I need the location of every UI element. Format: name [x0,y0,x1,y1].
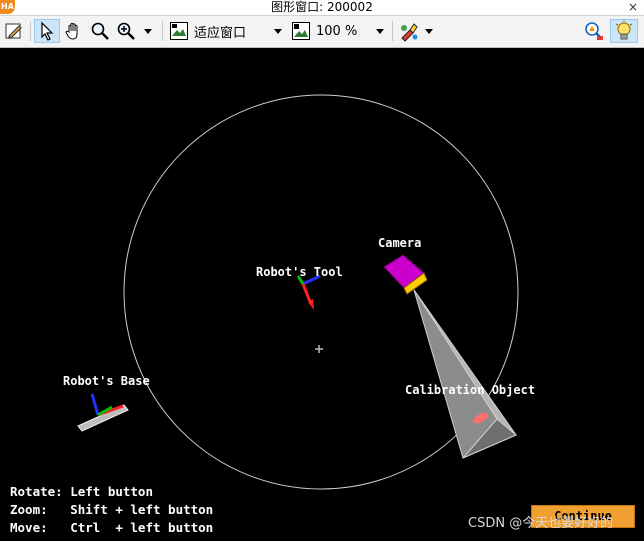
calibration-object-label: Calibration Object [405,383,535,397]
toolbar: 适应窗口 100 % [0,16,644,48]
zoom-mode-dropdown-arrow[interactable] [270,19,286,43]
camera-body [383,254,428,295]
inspect-icon[interactable] [582,19,606,43]
camera-label: Camera [378,236,421,250]
lightbulb-icon[interactable] [610,19,638,43]
zoom-percent-icon [290,19,312,43]
paint-dropdown-arrow[interactable] [422,19,436,43]
zoom-mode-value: 适应窗口 [194,25,247,41]
robot-base-label: Robot's Base [63,374,150,388]
hint-rotate: Rotate: Left button [10,484,153,499]
zoom-percent-select[interactable]: 100 % [316,19,366,43]
robot-base [77,393,129,432]
zoom-in-icon[interactable] [114,19,138,43]
zoom-percent-value: 100 % [316,23,358,39]
zoom-dropdown-arrow[interactable] [140,19,156,43]
hint-move: Move: Ctrl + left button [10,520,214,535]
center-crosshair [315,345,323,353]
magnifier-icon[interactable] [88,19,112,43]
paint-color-icon[interactable] [396,19,422,43]
pan-hand-icon[interactable] [62,19,86,43]
robot-tool-label: Robot's Tool [256,265,343,279]
close-button[interactable]: × [628,0,638,14]
robot-tool-frame [296,274,321,310]
camera-frustum [413,289,517,459]
hint-zoom: Zoom: Shift + left button [10,502,214,517]
zoom-percent-dropdown-arrow[interactable] [372,19,388,43]
window-title: 图形窗口: 200002 [271,0,373,14]
edit-icon[interactable] [2,19,26,43]
watermark: CSDN @今天也要好好的 [468,516,614,531]
zoom-mode-select[interactable]: 适应窗口 [194,19,258,43]
fit-window-icon[interactable] [168,19,190,43]
graphics-viewport[interactable]: Robot's Tool Camera Robot's Base Calibra… [0,48,644,541]
title-bar: HA 图形窗口: 200002 × [0,0,644,16]
pointer-icon[interactable] [34,19,60,43]
scene-svg: Robot's Tool Camera Robot's Base Calibra… [63,94,535,490]
